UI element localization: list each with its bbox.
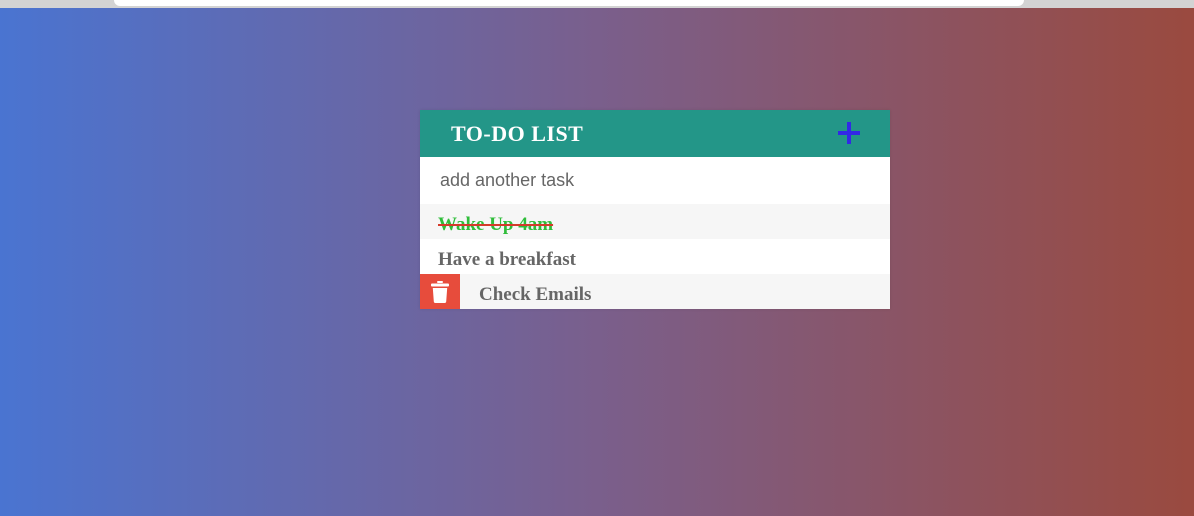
todo-item-wake-up[interactable]: Wake Up 4am [420,204,890,239]
todo-item-label: Have a breakfast [438,248,576,270]
trash-icon [431,280,449,303]
todo-list: Wake Up 4am Have a breakfast Check Email… [420,204,890,309]
todo-item-breakfast[interactable]: Have a breakfast [420,239,890,274]
todo-item-label: Wake Up 4am [438,213,554,235]
add-task-input[interactable] [420,157,890,204]
delete-button[interactable] [420,274,460,309]
todo-title: TO-DO LIST [451,121,584,146]
plus-icon[interactable] [836,120,862,146]
address-bar[interactable] [114,0,1024,6]
browser-top-bar [0,0,1194,8]
todo-item-check-emails[interactable]: Check Emails [420,274,890,309]
todo-header: TO-DO LIST [420,110,890,157]
todo-container: TO-DO LIST Wake Up 4am Have a breakfast … [420,110,890,309]
todo-item-label: Check Emails [479,283,592,305]
